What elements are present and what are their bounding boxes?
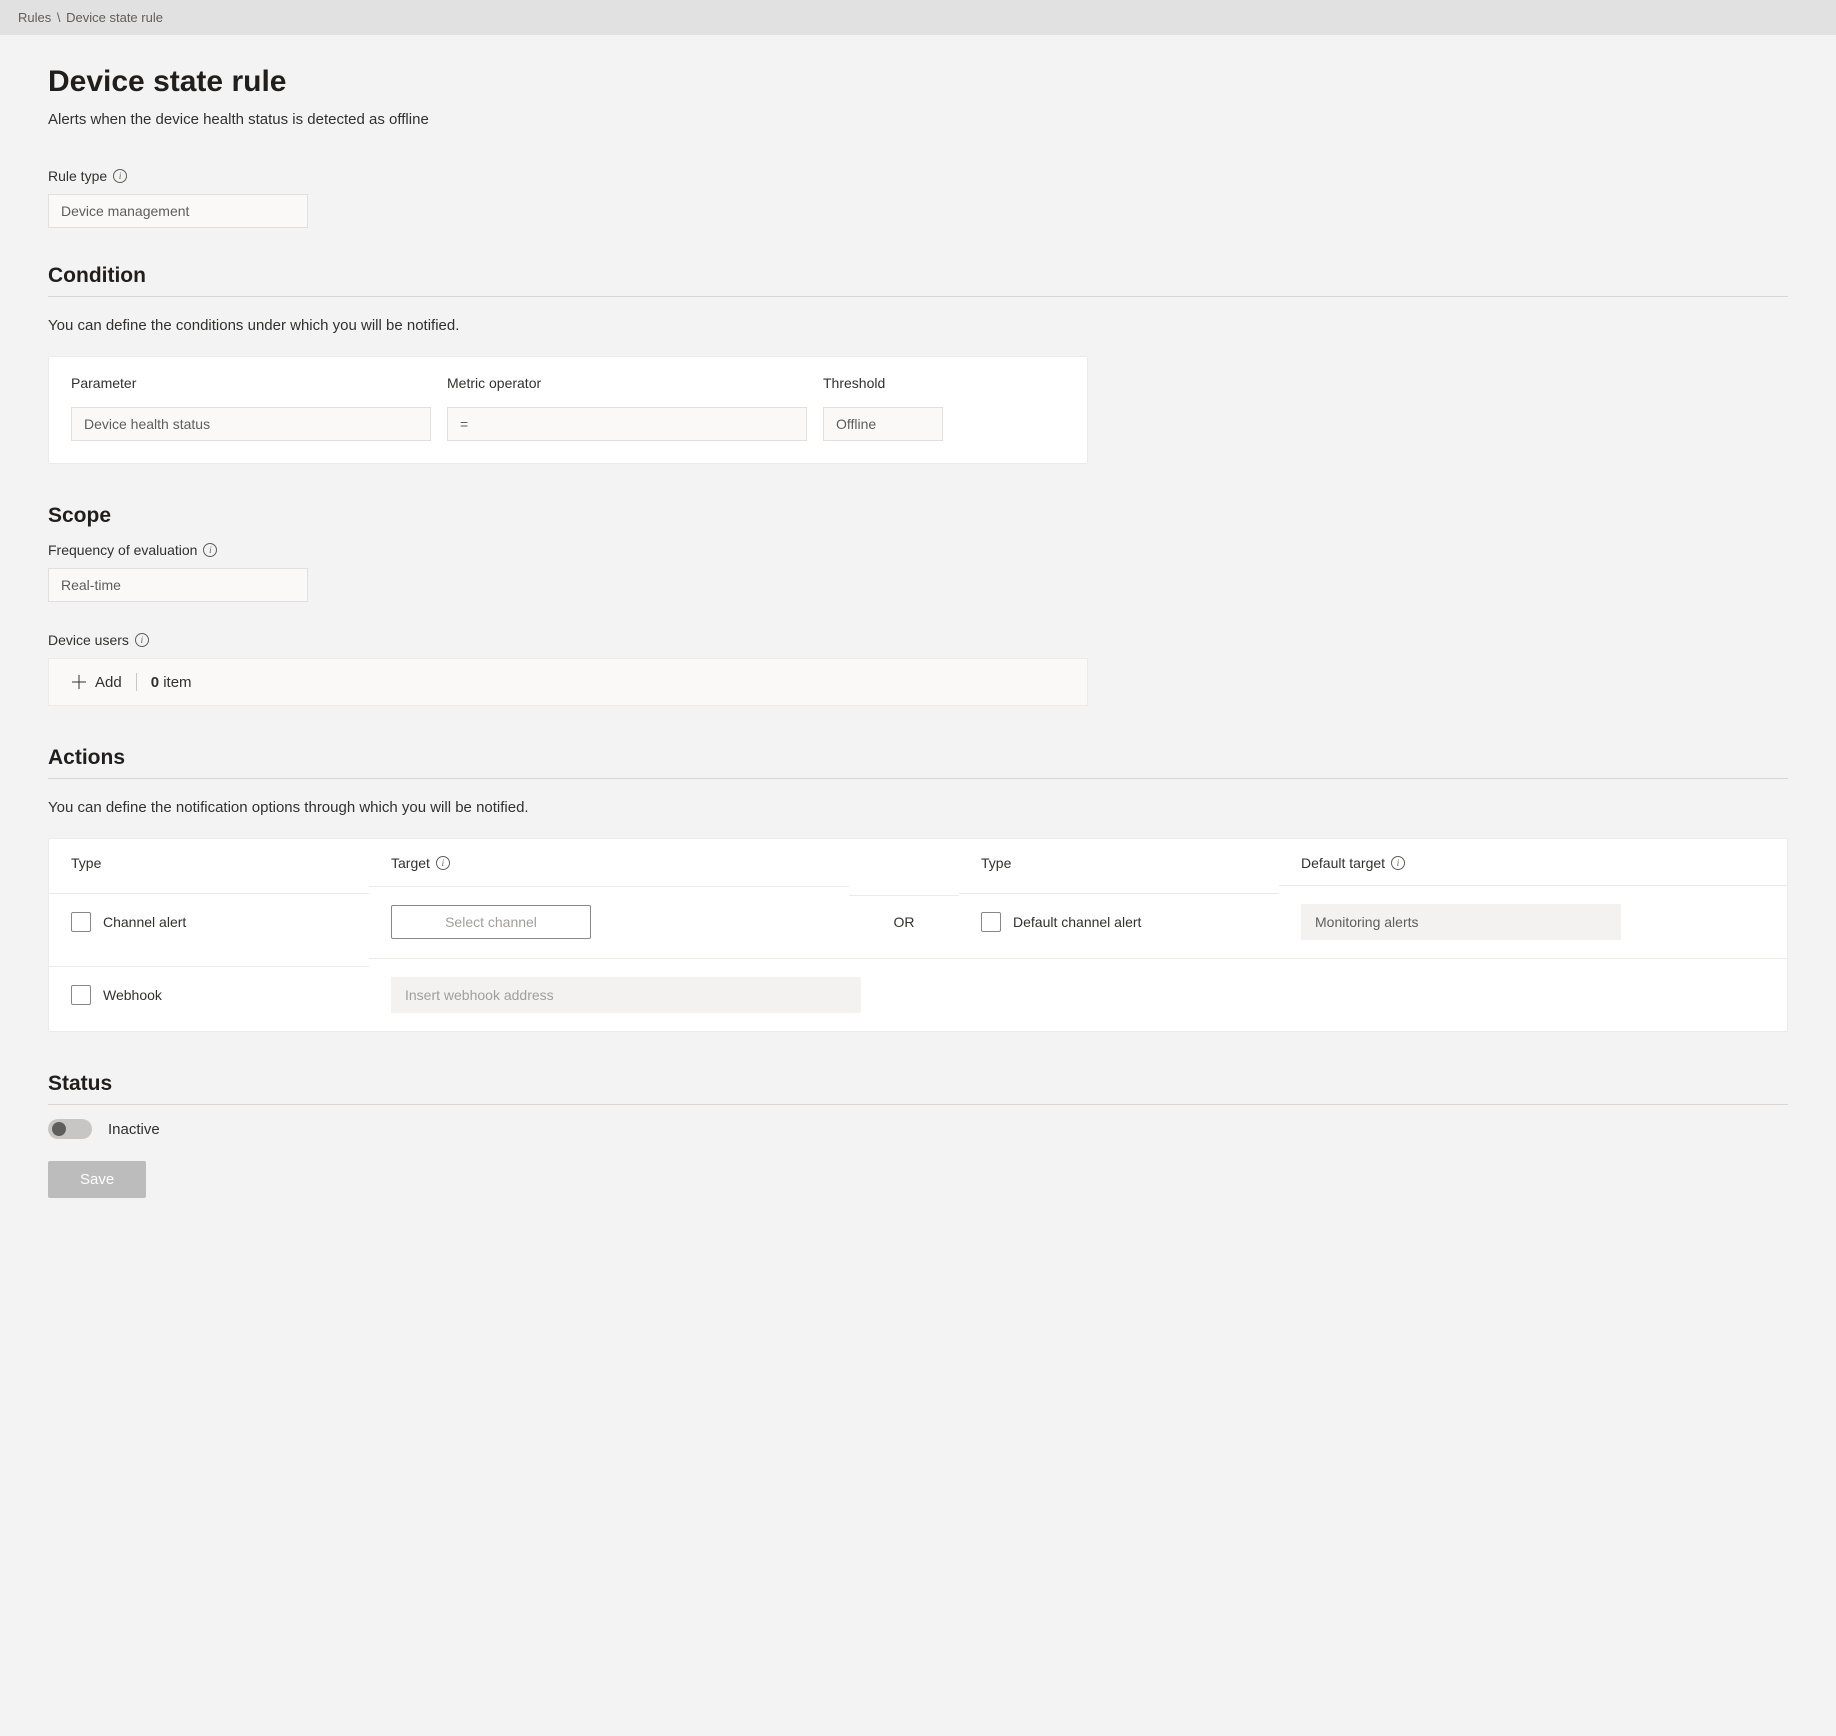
condition-description: You can define the conditions under whic… xyxy=(48,317,1788,334)
rule-type-value: Device management xyxy=(48,194,308,228)
webhook-input-cell xyxy=(369,958,1787,1031)
breadcrumb-current: Device state rule xyxy=(66,10,163,25)
actions-card: Type Target i Type Default target i Chan… xyxy=(48,838,1788,1032)
info-icon[interactable]: i xyxy=(203,543,217,557)
status-toggle[interactable] xyxy=(48,1119,92,1139)
scope-title: Scope xyxy=(48,504,1788,528)
actions-header-type-1: Type xyxy=(49,839,369,885)
condition-header-threshold: Threshold xyxy=(823,375,1065,391)
default-channel-alert-checkbox[interactable] xyxy=(981,912,1001,932)
webhook-checkbox[interactable] xyxy=(71,985,91,1005)
info-icon[interactable]: i xyxy=(113,169,127,183)
channel-alert-checkbox[interactable] xyxy=(71,912,91,932)
toggle-knob xyxy=(52,1122,66,1136)
device-users-label: Device users i xyxy=(48,632,1788,648)
device-users-label-text: Device users xyxy=(48,632,129,648)
condition-card: Parameter Metric operator Threshold Devi… xyxy=(48,356,1088,464)
condition-title: Condition xyxy=(48,264,1788,288)
condition-operator-value: = xyxy=(447,407,807,441)
or-label: OR xyxy=(871,914,937,930)
actions-header-target-text: Target xyxy=(391,855,430,871)
frequency-label: Frequency of evaluation i xyxy=(48,542,1788,558)
webhook-input[interactable] xyxy=(391,977,861,1013)
actions-header-type-2: Type xyxy=(959,839,1279,885)
plus-icon xyxy=(71,674,87,690)
condition-header-parameter: Parameter xyxy=(71,375,431,391)
select-channel-button[interactable]: Select channel xyxy=(391,905,591,939)
actions-header-spacer xyxy=(849,847,959,877)
channel-alert-cell: Channel alert xyxy=(49,893,369,950)
breadcrumb: Rules \ Device state rule xyxy=(0,0,1836,35)
divider xyxy=(48,296,1788,297)
rule-type-label-text: Rule type xyxy=(48,168,107,184)
add-button-label: Add xyxy=(95,674,122,691)
divider xyxy=(48,778,1788,779)
breadcrumb-separator: \ xyxy=(57,10,61,25)
condition-threshold-value: Offline xyxy=(823,407,943,441)
or-cell: OR xyxy=(849,895,959,948)
page-description: Alerts when the device health status is … xyxy=(48,111,1788,128)
default-channel-alert-cell: Default channel alert xyxy=(959,893,1279,950)
default-channel-alert-label: Default channel alert xyxy=(1013,914,1141,930)
frequency-label-text: Frequency of evaluation xyxy=(48,542,197,558)
default-target-cell: Monitoring alerts xyxy=(1279,885,1787,958)
actions-header-default-target: Default target i xyxy=(1279,839,1787,885)
actions-description: You can define the notification options … xyxy=(48,799,1788,816)
item-count-label: item xyxy=(163,674,191,691)
device-users-bar: Add 0 item xyxy=(48,658,1088,706)
breadcrumb-parent-link[interactable]: Rules xyxy=(18,10,51,25)
actions-header-default-target-text: Default target xyxy=(1301,855,1385,871)
save-button[interactable]: Save xyxy=(48,1161,146,1198)
webhook-cell: Webhook xyxy=(49,966,369,1023)
select-channel-cell: Select channel xyxy=(369,886,849,957)
status-label: Inactive xyxy=(108,1121,160,1138)
item-count-number: 0 xyxy=(151,674,159,691)
divider xyxy=(48,1104,1788,1105)
channel-alert-label: Channel alert xyxy=(103,914,186,930)
info-icon[interactable]: i xyxy=(135,633,149,647)
webhook-label: Webhook xyxy=(103,987,162,1003)
info-icon[interactable]: i xyxy=(436,856,450,870)
actions-title: Actions xyxy=(48,746,1788,770)
page-title: Device state rule xyxy=(48,65,1788,99)
default-target-value: Monitoring alerts xyxy=(1301,904,1621,940)
condition-header-operator: Metric operator xyxy=(447,375,807,391)
add-button[interactable]: Add xyxy=(71,674,122,691)
rule-type-label: Rule type i xyxy=(48,168,1788,184)
condition-parameter-value: Device health status xyxy=(71,407,431,441)
status-title: Status xyxy=(48,1072,1788,1096)
frequency-value: Real-time xyxy=(48,568,308,602)
divider xyxy=(136,673,137,691)
info-icon[interactable]: i xyxy=(1391,856,1405,870)
item-count: 0 item xyxy=(151,674,192,691)
actions-header-target: Target i xyxy=(369,839,849,885)
